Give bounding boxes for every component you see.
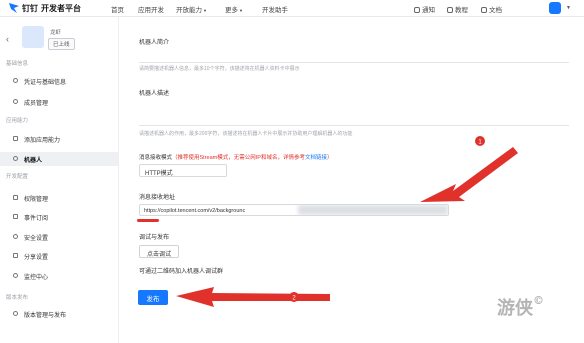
- sidebar-item-version-release[interactable]: 版本管理与发布: [0, 307, 118, 321]
- desc-helper: 请描述机器人的作用，最多200字符，该描述将在机器人卡片中展示并协助用户理解机器…: [139, 131, 353, 137]
- sidebar-item-security[interactable]: 安全设置: [0, 230, 118, 244]
- nav-app-development[interactable]: 应用开发: [138, 4, 164, 14]
- robot-name: 龙虾: [50, 30, 62, 36]
- chevron-down-icon: ▼: [203, 8, 207, 13]
- robot-icon: [13, 156, 18, 161]
- debug-note: 可通过二维码加入机器人调试群: [139, 269, 224, 275]
- book-icon: [447, 7, 453, 13]
- sidebar-item-sharing[interactable]: 分享设置: [0, 249, 118, 263]
- doc-icon: [481, 7, 487, 13]
- shield-icon: [13, 234, 18, 239]
- sidebar-item-members[interactable]: 成员管理: [0, 95, 118, 109]
- dingtalk-logo-icon[interactable]: [8, 2, 20, 14]
- mode-select-value: HTTP模式: [145, 171, 173, 177]
- notifications-link[interactable]: 通知: [414, 4, 435, 14]
- watermark: 游侠©: [497, 294, 544, 319]
- section-title-dev-config: 开发配置: [6, 174, 29, 180]
- desc-label: 机器人描述: [139, 91, 170, 97]
- brand-name: 钉钉: [22, 4, 38, 13]
- sidebar-item-monitoring[interactable]: 监控中心: [0, 269, 118, 283]
- robot-avatar: [22, 26, 44, 48]
- user-icon: [13, 99, 18, 104]
- nav-more[interactable]: 更多▼: [225, 4, 243, 14]
- app-switcher-icon[interactable]: [549, 2, 561, 14]
- brand-title[interactable]: 钉钉 开发者平台: [22, 3, 81, 14]
- mode-select[interactable]: HTTP模式: [139, 164, 227, 177]
- key-icon: [13, 195, 18, 200]
- sidebar-item-add-capability[interactable]: 添加应用能力: [0, 132, 118, 146]
- debug-section-title: 调试与发布: [139, 235, 170, 241]
- chevron-down-icon: ▼: [239, 8, 243, 13]
- version-icon: [13, 311, 18, 316]
- intro-helper: 请简要描述机器人信息，最多10个字符，该描述将在机器人资料卡中展示: [139, 66, 300, 72]
- debug-button[interactable]: 点击调试: [139, 245, 179, 258]
- url-input[interactable]: https://copilot.tencent.com/v2/backgroun…: [139, 204, 449, 216]
- doc-link[interactable]: 文档链接: [305, 155, 327, 161]
- info-icon: [13, 78, 18, 83]
- mode-hint: （推荐使用Stream模式，无需公网IP和域名，详情参考文档链接）: [172, 155, 333, 161]
- status-badge: 已上线: [48, 38, 75, 50]
- sidebar: ‹ 龙虾 已上线 基础信息 凭证与基础信息 成员管理 应用能力 添加应用能力 机…: [0, 17, 119, 343]
- sidebar-item-robot[interactable]: 机器人: [0, 152, 118, 166]
- url-label: 消息接收地址: [139, 195, 176, 201]
- sidebar-item-events[interactable]: 事件订阅: [0, 210, 118, 224]
- redacted-url-region: [298, 205, 448, 215]
- nav-open-capabilities[interactable]: 开放能力▼: [176, 4, 207, 14]
- plus-icon: [13, 136, 18, 141]
- publish-button[interactable]: 发布: [138, 290, 168, 305]
- intro-label: 机器人简介: [139, 40, 170, 46]
- sidebar-item-permissions[interactable]: 权限管理: [0, 191, 118, 205]
- nav-dev-assistant[interactable]: 开发助手: [262, 4, 288, 14]
- url-input-value: https://copilot.tencent.com/v2/backgroun…: [144, 208, 246, 214]
- brand-subtitle: 开发者平台: [41, 4, 81, 13]
- annotation-underline: [137, 219, 159, 222]
- mode-label: 消息接收模式: [139, 155, 173, 161]
- bell-icon: [414, 7, 420, 13]
- share-icon: [13, 253, 18, 258]
- mode-label-row: 消息接收模式（推荐使用Stream模式，无需公网IP和域名，详情参考文档链接）: [139, 153, 332, 161]
- sidebar-item-credentials[interactable]: 凭证与基础信息: [0, 74, 118, 88]
- top-navigation-bar: 钉钉 开发者平台 首页 应用开发 开放能力▼ 更多▼ 开发助手 通知 教程 文档 …: [0, 0, 584, 17]
- docs-link[interactable]: 文档: [481, 4, 502, 14]
- section-title-capabilities: 应用能力: [6, 118, 29, 124]
- intro-input[interactable]: [139, 62, 569, 63]
- section-title-release: 版本发布: [6, 295, 29, 301]
- back-arrow-icon[interactable]: ‹: [6, 34, 9, 44]
- grid-icon: [13, 214, 18, 219]
- desc-textarea[interactable]: [139, 125, 569, 126]
- nav-home[interactable]: 首页: [111, 4, 124, 14]
- tutorials-link[interactable]: 教程: [447, 4, 468, 14]
- section-title-basic: 基础信息: [6, 61, 29, 67]
- chevron-down-icon[interactable]: ▼: [566, 5, 571, 11]
- monitor-icon: [13, 273, 18, 278]
